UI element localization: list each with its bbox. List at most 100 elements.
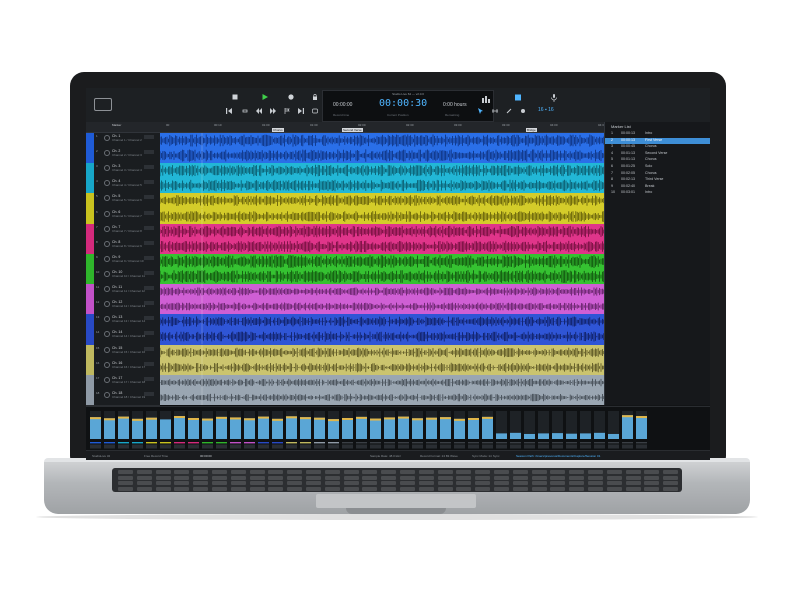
record-arm-icon[interactable] — [104, 135, 110, 141]
track-lane[interactable] — [160, 148, 604, 165]
meter-bars-icon[interactable] — [482, 95, 492, 103]
ruler-marker[interactable]: Chorus — [272, 128, 284, 132]
session-path[interactable]: Session Path: /Users/presonus/Documents/… — [516, 454, 600, 458]
channel-select-button[interactable] — [636, 444, 647, 449]
timeline-ruler[interactable]: Marker 00 00:10 01:00 01:30 02:00 02:30 03:00 0… — [86, 122, 606, 133]
track-header[interactable]: 16 Ch. 16 Channel 16 / Channel 17 — [86, 359, 160, 376]
channel-select-button[interactable] — [300, 444, 311, 449]
track-row[interactable]: 14 Ch. 14 Channel 14 / Channel 15 — [86, 329, 604, 346]
track-header[interactable]: 5 Ch. 5 Channel 5 / Channel 6 — [86, 193, 160, 210]
channel-select-button[interactable] — [202, 444, 213, 449]
record-arm-icon[interactable] — [104, 195, 110, 202]
metronome-icon[interactable] — [312, 108, 318, 114]
marker-list-item[interactable]: 10 00:03:01 Intro — [605, 190, 710, 196]
channel-select-button[interactable] — [132, 444, 143, 449]
channel-select-button[interactable] — [426, 444, 437, 449]
track-header[interactable]: 8 Ch. 8 Channel 8 / Channel 9 — [86, 238, 160, 255]
track-row[interactable]: 10 Ch. 10 Channel 10 / Channel 11 — [86, 269, 604, 286]
track-mute-solo-button[interactable] — [144, 286, 154, 291]
skip-forward-icon[interactable] — [270, 108, 276, 114]
channel-select-button[interactable] — [440, 444, 451, 449]
track-mute-solo-button[interactable] — [144, 195, 154, 200]
channel-select-button[interactable] — [104, 444, 115, 449]
track-mute-solo-button[interactable] — [144, 180, 154, 185]
channel-select-button[interactable] — [328, 444, 339, 449]
track-row[interactable]: 3 Ch. 3 Channel 3 / Channel 4 — [86, 163, 604, 180]
marker-list-item[interactable]: 3 00:00:45 Chorus — [605, 144, 710, 150]
channel-select-button[interactable] — [594, 444, 605, 449]
marker-list-item[interactable]: 9 00:02:40 Break — [605, 184, 710, 190]
track-mute-solo-button[interactable] — [144, 271, 154, 275]
track-header[interactable]: 1 Ch. 1 Channel 1 / Channel 2 — [86, 133, 160, 150]
channel-select-button[interactable] — [622, 444, 633, 449]
channel-select-button[interactable] — [524, 444, 535, 449]
track-lane[interactable] — [160, 284, 604, 301]
channel-count-readout[interactable]: 16 ▪ 16 — [538, 107, 554, 113]
track-row[interactable]: 5 Ch. 5 Channel 5 / Channel 6 — [86, 193, 604, 210]
record-arm-icon[interactable] — [104, 346, 110, 353]
channel-select-button[interactable] — [230, 444, 241, 449]
track-lane[interactable] — [160, 178, 604, 195]
track-row[interactable]: 6 Ch. 6 Channel 6 / Channel 7 — [86, 208, 604, 225]
track-header[interactable]: 12 Ch. 12 Channel 12 / Channel 13 — [86, 299, 160, 316]
track-mute-solo-button[interactable] — [144, 165, 154, 170]
marker-icon[interactable] — [284, 108, 290, 114]
track-lane[interactable] — [160, 133, 604, 150]
track-mute-solo-button[interactable] — [144, 210, 154, 215]
rewind-icon[interactable] — [226, 108, 232, 114]
marker-list-item[interactable]: 6 00:01:25 Solo — [605, 164, 710, 170]
track-row[interactable]: 9 Ch. 9 Channel 9 / Channel 10 — [86, 253, 604, 270]
track-mute-solo-button[interactable] — [144, 150, 154, 155]
record-arm-icon[interactable] — [104, 255, 110, 262]
ruler-marker[interactable]: Second Verse — [342, 128, 363, 132]
track-row[interactable]: 15 Ch. 15 Channel 15 / Channel 16 — [86, 344, 604, 361]
monitor-icon[interactable] — [514, 94, 522, 102]
track-row[interactable]: 12 Ch. 12 Channel 12 / Channel 13 — [86, 299, 604, 316]
record-arm-icon[interactable] — [104, 180, 110, 187]
channel-select-button[interactable] — [118, 444, 129, 449]
pencil-tool-icon[interactable] — [506, 108, 512, 114]
track-lane[interactable] — [160, 253, 604, 270]
channel-select-button[interactable] — [566, 444, 577, 449]
track-name[interactable]: Ch. 6 — [112, 210, 120, 214]
channel-select-button[interactable] — [188, 444, 199, 449]
track-mute-solo-button[interactable] — [144, 240, 154, 245]
track-mute-solo-button[interactable] — [144, 316, 154, 321]
track-row[interactable]: 16 Ch. 16 Channel 16 / Channel 17 — [86, 359, 604, 376]
channel-select-button[interactable] — [356, 444, 367, 449]
track-row[interactable]: 13 Ch. 13 Channel 13 / Channel 14 — [86, 314, 604, 331]
stop-icon[interactable] — [232, 94, 238, 100]
track-mute-solo-button[interactable] — [144, 361, 154, 366]
channel-select-button[interactable] — [216, 444, 227, 449]
track-lane[interactable] — [160, 389, 604, 406]
channel-select-button[interactable] — [552, 444, 563, 449]
ruler-marker[interactable]: Bridge — [526, 128, 537, 132]
channel-select-button[interactable] — [90, 444, 101, 449]
play-icon[interactable] — [262, 94, 268, 100]
track-header[interactable]: 15 Ch. 15 Channel 15 / Channel 16 — [86, 344, 160, 361]
channel-select-button[interactable] — [146, 444, 157, 449]
track-lane[interactable] — [160, 163, 604, 180]
lock-icon[interactable] — [312, 94, 318, 100]
record-icon[interactable] — [288, 94, 294, 100]
track-lane[interactable] — [160, 329, 604, 346]
track-header[interactable]: 13 Ch. 13 Channel 13 / Channel 14 — [86, 314, 160, 331]
channel-select-button[interactable] — [384, 444, 395, 449]
channel-select-button[interactable] — [342, 444, 353, 449]
track-header[interactable]: 11 Ch. 11 Channel 11 / Channel 12 — [86, 284, 160, 301]
track-lane[interactable] — [160, 208, 604, 225]
pointer-tool-icon[interactable] — [478, 108, 484, 114]
channel-select-button[interactable] — [468, 444, 479, 449]
track-name[interactable]: Ch. 15 — [112, 346, 122, 350]
track-mute-solo-button[interactable] — [144, 331, 154, 336]
channel-select-button[interactable] — [496, 444, 507, 449]
record-arm-icon[interactable] — [104, 240, 110, 247]
track-row[interactable]: 18 Ch. 18 Channel 18 / Channel 19 — [86, 389, 604, 406]
track-header[interactable]: 18 Ch. 18 Channel 18 / Channel 19 — [86, 389, 160, 406]
track-row[interactable]: 8 Ch. 8 Channel 8 / Channel 9 — [86, 238, 604, 255]
record-arm-icon[interactable] — [104, 150, 110, 157]
track-mute-solo-button[interactable] — [144, 301, 154, 306]
track-lane[interactable] — [160, 344, 604, 361]
channel-select-button[interactable] — [160, 444, 171, 449]
channel-select-button[interactable] — [398, 444, 409, 449]
